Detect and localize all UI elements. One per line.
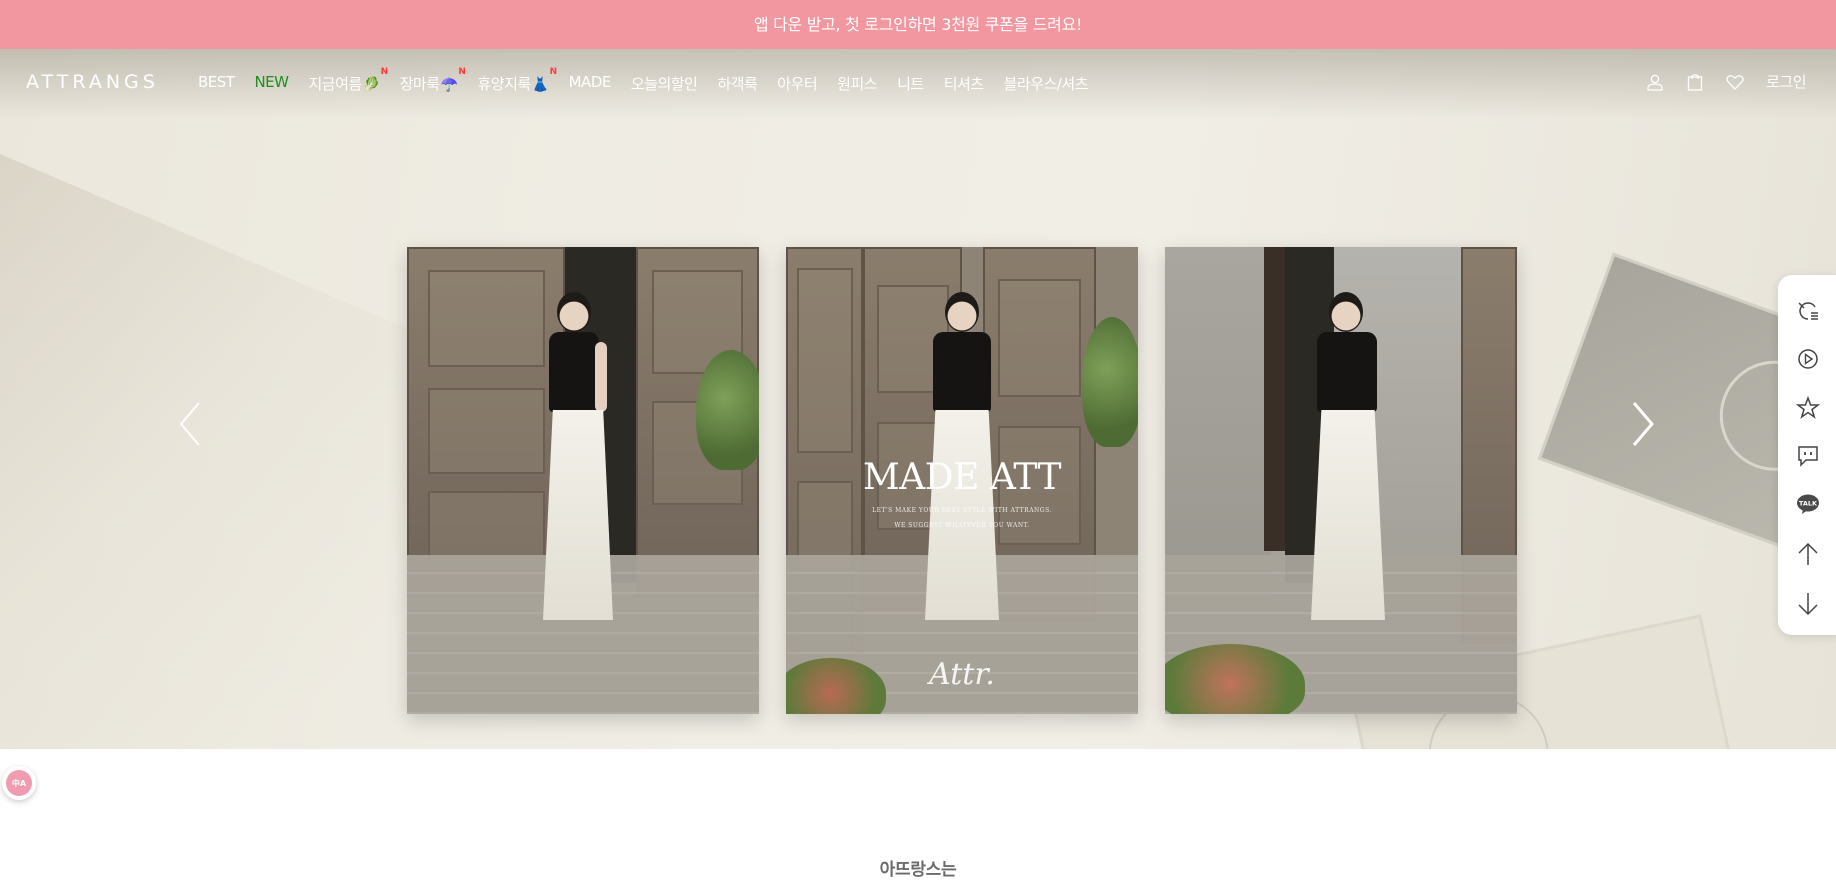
arrow-down-icon[interactable] <box>1795 591 1821 617</box>
star-icon[interactable] <box>1795 395 1821 421</box>
nav-item-today-sale[interactable]: 오늘의할인 <box>631 73 698 94</box>
side-toolbar: TALK <box>1778 275 1836 635</box>
nav-item-tshirt[interactable]: 티셔츠 <box>944 73 984 94</box>
video-play-icon[interactable] <box>1795 346 1821 372</box>
nav-item-rainy-look[interactable]: 장마룩☂️ N <box>400 67 466 94</box>
nav-item-onepiece[interactable]: 원피스 <box>837 73 877 94</box>
hero-photo-3[interactable] <box>1165 247 1517 714</box>
svg-text:TALK: TALK <box>1799 500 1818 508</box>
slider-prev-arrow-icon[interactable] <box>175 399 205 449</box>
nav-item-made[interactable]: MADE <box>569 73 612 94</box>
arrow-up-icon[interactable] <box>1795 541 1821 567</box>
dress-icon: 👗 <box>531 77 549 93</box>
login-link[interactable]: 로그인 <box>1766 71 1806 92</box>
section-title: 아뜨랑스는 <box>879 860 957 880</box>
shopping-bag-icon[interactable] <box>1686 73 1704 91</box>
hero-signature: Attr. <box>929 657 995 692</box>
slider-next-arrow-icon[interactable] <box>1628 399 1658 449</box>
main-nav: BEST NEW 지금여름🥬 N 장마룩☂️ N 휴양지룩👗 N MADE 오늘의할인… <box>198 67 1108 94</box>
translate-widget[interactable]: 中A <box>2 766 36 800</box>
promo-text[interactable]: 앱 다운 받고, 첫 로그인하면 3천원 쿠폰을 드려요! <box>754 15 1083 34</box>
nav-item-summer-now[interactable]: 지금여름🥬 N <box>308 67 388 94</box>
hero-subtitle-line2: WE SUGGEST WHATEVER YOU WANT. <box>894 522 1030 529</box>
hero-title: MADE ATT <box>862 457 1062 498</box>
new-badge: N <box>380 67 389 77</box>
new-badge: N <box>549 67 558 77</box>
nav-item-resort-look[interactable]: 휴양지룩👗 N <box>477 67 557 94</box>
promo-banner[interactable]: 앱 다운 받고, 첫 로그인하면 3천원 쿠폰을 드려요! <box>0 0 1836 49</box>
site-logo[interactable]: ATTRANGS <box>26 71 159 93</box>
nav-item-wedding-guest[interactable]: 하객룩 <box>717 73 757 94</box>
vegetable-icon: 🥬 <box>362 77 380 93</box>
nav-item-outer[interactable]: 아우터 <box>777 73 817 94</box>
user-icon[interactable] <box>1646 73 1664 91</box>
site-header: ATTRANGS BEST NEW 지금여름🥬 N 장마룩☂️ N 휴양지룩👗 N M… <box>0 49 1836 119</box>
nav-item-best[interactable]: BEST <box>198 73 235 94</box>
hero-subtitle-line1: LET'S MAKE YOUR BEST STYLE WITH ATTRANGS… <box>872 507 1052 514</box>
kakao-talk-icon[interactable]: TALK <box>1795 491 1821 517</box>
nav-item-blouse-shirt[interactable]: 블라우스/셔츠 <box>1004 73 1089 94</box>
header-actions: 로그인 <box>1646 71 1806 92</box>
hero-photo-1[interactable] <box>407 247 759 714</box>
chat-icon[interactable] <box>1795 443 1821 469</box>
translate-icon: 中A <box>6 770 32 796</box>
umbrella-icon: ☂️ <box>440 77 458 93</box>
recent-view-icon[interactable] <box>1795 297 1821 323</box>
hero-banner: MADE ATT LET'S MAKE YOUR BEST STYLE WITH… <box>0 49 1836 749</box>
new-badge: N <box>458 67 466 77</box>
nav-item-knit[interactable]: 니트 <box>897 73 924 94</box>
heart-icon[interactable] <box>1726 73 1744 91</box>
nav-item-new[interactable]: NEW <box>254 73 289 94</box>
hero-photo-2[interactable]: MADE ATT LET'S MAKE YOUR BEST STYLE WITH… <box>786 247 1138 714</box>
